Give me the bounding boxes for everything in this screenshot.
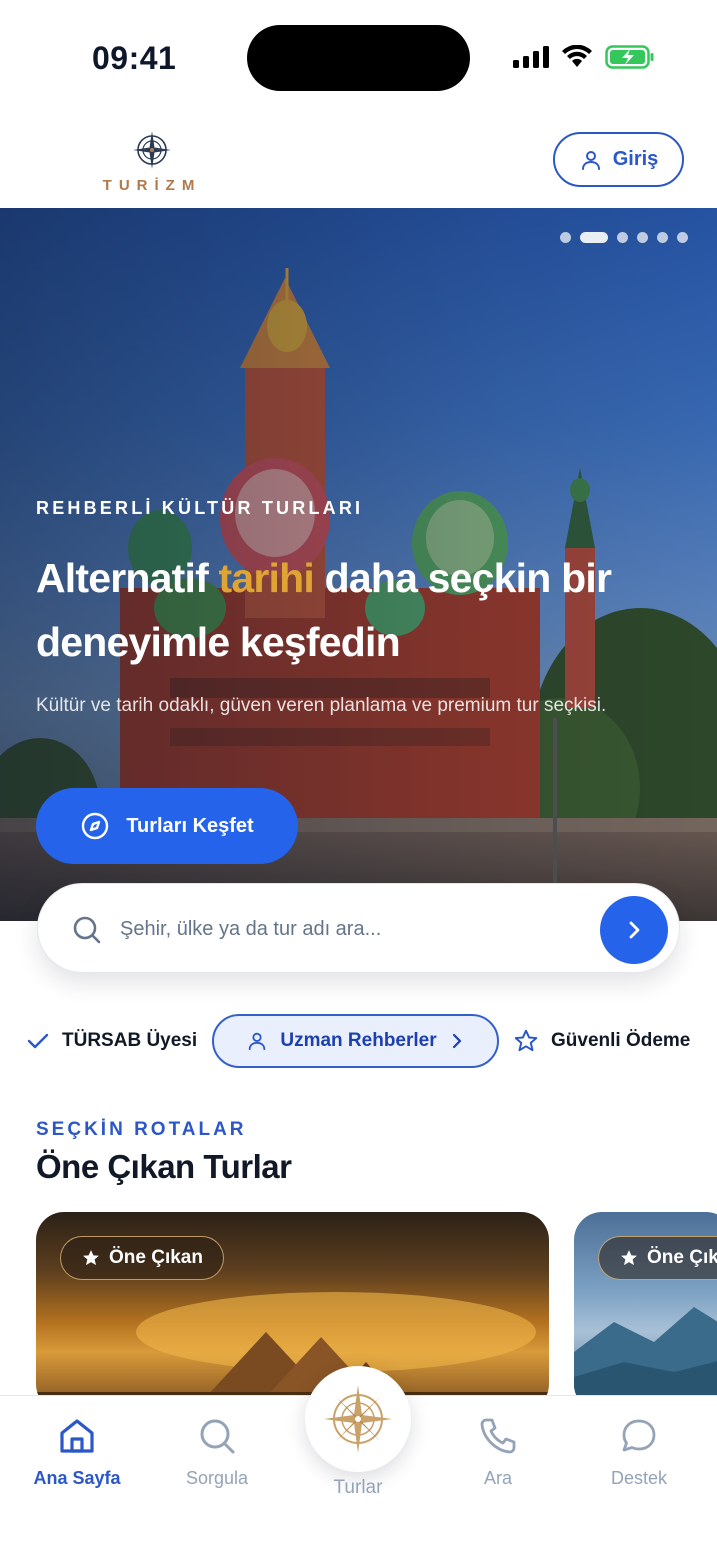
carousel-dot[interactable] bbox=[560, 232, 571, 243]
nav-call[interactable]: Ara bbox=[438, 1414, 558, 1489]
status-time: 09:41 bbox=[92, 40, 177, 76]
login-label: Giriş bbox=[612, 148, 659, 170]
phone-icon bbox=[480, 1418, 516, 1454]
chip-payment-label: Güvenli Ödeme bbox=[551, 1030, 691, 1051]
login-button[interactable]: Giriş bbox=[553, 132, 684, 187]
nav-home-label: Ana Sayfa bbox=[33, 1468, 121, 1488]
carousel-dots[interactable] bbox=[560, 232, 688, 243]
featured-badge: Öne Çıkan bbox=[60, 1236, 224, 1280]
bottom-navigation: Ana Sayfa Sorgula Turlar Ara Destek bbox=[0, 1366, 717, 1560]
hero-banner[interactable]: REHBERLİ KÜLTÜR TURLARI Alternatif tarih… bbox=[0, 208, 717, 921]
chevron-right-icon bbox=[629, 921, 640, 939]
hero-eyebrow: REHBERLİ KÜLTÜR TURLARI bbox=[36, 498, 364, 518]
star-outline-icon bbox=[514, 1029, 538, 1052]
nav-query-label: Sorgula bbox=[185, 1468, 249, 1488]
carousel-dot[interactable] bbox=[657, 232, 668, 243]
carousel-dot-active[interactable] bbox=[580, 232, 608, 243]
chip-tursab[interactable]: TÜRSAB Üyesi bbox=[26, 1014, 197, 1068]
nav-call-label: Ara bbox=[483, 1468, 512, 1488]
user-icon bbox=[249, 1032, 266, 1051]
signal-icon bbox=[513, 46, 549, 68]
tour-card[interactable]: Öne Çıkan bbox=[36, 1212, 549, 1412]
search-icon bbox=[200, 1419, 235, 1454]
nav-home[interactable]: Ana Sayfa bbox=[17, 1414, 137, 1489]
search-bar bbox=[37, 883, 680, 973]
wifi-icon bbox=[562, 45, 592, 67]
chat-bubble-icon bbox=[622, 1419, 656, 1452]
nav-query[interactable]: Sorgula bbox=[157, 1414, 277, 1489]
status-icons bbox=[513, 44, 655, 70]
chip-payment[interactable]: Güvenli Ödeme bbox=[513, 1014, 690, 1068]
nav-tours-button[interactable] bbox=[305, 1366, 411, 1472]
featured-badge: Öne Çıkan bbox=[598, 1236, 717, 1280]
star-icon bbox=[83, 1250, 99, 1266]
star-icon bbox=[621, 1250, 637, 1266]
trust-chips: TÜRSAB Üyesi Uzman Rehberler Güvenli Öde… bbox=[0, 1014, 717, 1068]
chevron-right-icon bbox=[452, 1033, 461, 1049]
featured-badge-label: Öne Çıkan bbox=[109, 1247, 203, 1268]
section-eyebrow: SEÇKİN ROTALAR bbox=[36, 1119, 247, 1140]
user-icon bbox=[581, 150, 600, 170]
hero-title: Alternatif tarihi daha seçkin bir deneyi… bbox=[36, 546, 676, 674]
tour-card[interactable]: Öne Çıkan bbox=[574, 1212, 717, 1412]
search-icon bbox=[73, 916, 101, 944]
battery-icon bbox=[605, 45, 654, 69]
chip-tursab-label: TÜRSAB Üyesi bbox=[62, 1030, 198, 1051]
explore-tours-label: Turları Keşfet bbox=[126, 814, 254, 837]
carousel-dot[interactable] bbox=[677, 232, 688, 243]
app-header: TURİZM Giriş bbox=[0, 110, 717, 208]
logo[interactable]: TURİZM bbox=[100, 130, 204, 194]
compass-rose-icon bbox=[324, 1385, 392, 1453]
search-submit-button[interactable] bbox=[600, 896, 668, 964]
explore-tours-button[interactable]: Turları Keşfet bbox=[36, 788, 298, 864]
hero-title-highlight: tarihi bbox=[218, 555, 315, 601]
chip-guides-label: Uzman Rehberler bbox=[280, 1030, 437, 1051]
nav-support-label: Destek bbox=[610, 1468, 668, 1488]
search-input[interactable] bbox=[120, 906, 580, 952]
hero-description: Kültür ve tarih odaklı, güven veren plan… bbox=[36, 695, 607, 716]
compass-logo-icon bbox=[133, 131, 171, 169]
carousel-dot[interactable] bbox=[637, 232, 648, 243]
featured-badge-label: Öne Çıkan bbox=[647, 1247, 717, 1268]
check-icon bbox=[27, 1033, 49, 1049]
logo-text: TURİZM bbox=[102, 177, 202, 194]
section-title: Öne Çıkan Turlar bbox=[36, 1148, 292, 1185]
compass-icon bbox=[82, 812, 109, 840]
chip-guides[interactable]: Uzman Rehberler bbox=[212, 1014, 499, 1068]
home-icon bbox=[60, 1419, 94, 1453]
hero-title-part1: Alternatif bbox=[36, 555, 219, 601]
status-bar: 09:41 bbox=[0, 0, 717, 110]
dynamic-island bbox=[247, 25, 470, 91]
carousel-dot[interactable] bbox=[617, 232, 628, 243]
nav-tours-label: Turlar bbox=[333, 1477, 383, 1498]
nav-support[interactable]: Destek bbox=[579, 1414, 699, 1489]
